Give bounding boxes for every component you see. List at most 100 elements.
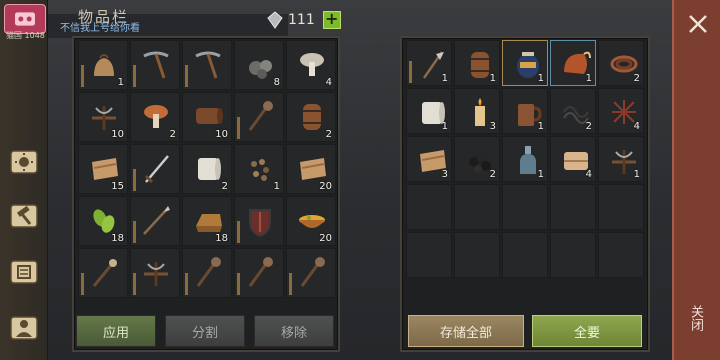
- close-icon[interactable]: [686, 12, 710, 36]
- item-slot[interactable]: [130, 40, 180, 90]
- item-slot[interactable]: 3: [406, 136, 452, 182]
- item-slot[interactable]: 1: [406, 40, 452, 86]
- item-slot[interactable]: [130, 196, 180, 246]
- item-slot[interactable]: 1: [502, 88, 548, 134]
- durability-bar: [237, 273, 240, 295]
- pickaxe-icon: [195, 51, 221, 79]
- avatar-icon: [15, 12, 35, 26]
- item-slot[interactable]: [78, 248, 128, 298]
- empty-slot[interactable]: [406, 184, 452, 230]
- item-quantity: 1: [117, 77, 124, 88]
- empty-slot[interactable]: [598, 232, 644, 278]
- item-slot[interactable]: 1: [598, 136, 644, 182]
- item-slot[interactable]: 4: [550, 136, 596, 182]
- item-slot[interactable]: [182, 248, 232, 298]
- scroll-icon: [10, 260, 38, 284]
- item-quantity: 4: [633, 121, 640, 132]
- item-slot[interactable]: 4: [598, 88, 644, 134]
- item-quantity: 20: [319, 181, 332, 192]
- item-quantity: 2: [221, 181, 228, 192]
- item-quantity: 10: [215, 129, 228, 140]
- recipes-tab[interactable]: [4, 252, 44, 292]
- item-slot[interactable]: 1: [78, 40, 128, 90]
- item-slot[interactable]: 1: [502, 136, 548, 182]
- shield-icon: [249, 209, 271, 238]
- item-slot[interactable]: 18: [78, 196, 128, 246]
- durability-bar: [133, 273, 136, 295]
- item-quantity: 1: [633, 169, 640, 180]
- empty-slot[interactable]: [550, 232, 596, 278]
- durability-bar: [409, 61, 412, 83]
- mace-icon: [196, 257, 221, 287]
- item-slot[interactable]: 10: [182, 92, 232, 142]
- empty-slot[interactable]: [502, 232, 548, 278]
- item-quantity: 15: [111, 181, 124, 192]
- paper-roll-icon: [198, 158, 221, 180]
- item-slot[interactable]: 2: [286, 92, 336, 142]
- durability-bar: [133, 65, 136, 87]
- seeds-icon: [251, 159, 269, 181]
- item-slot[interactable]: [130, 248, 180, 298]
- item-slot[interactable]: 1: [550, 40, 596, 86]
- item-quantity: 1: [441, 73, 448, 84]
- empty-slot[interactable]: [454, 184, 500, 230]
- empty-slot[interactable]: [406, 232, 452, 278]
- ore-icon: [249, 60, 272, 79]
- crafting-tab[interactable]: [4, 142, 44, 182]
- item-quantity: 1: [489, 73, 496, 84]
- item-slot[interactable]: 15: [78, 144, 128, 194]
- item-slot[interactable]: 20: [286, 196, 336, 246]
- item-slot[interactable]: 2: [598, 40, 644, 86]
- item-slot[interactable]: 4: [286, 40, 336, 90]
- item-quantity: 1: [537, 169, 544, 180]
- item-slot[interactable]: 20: [286, 144, 336, 194]
- apply-button[interactable]: 应用: [76, 315, 156, 347]
- item-slot[interactable]: 2: [550, 88, 596, 134]
- item-slot[interactable]: 18: [182, 196, 232, 246]
- item-quantity: 18: [215, 233, 228, 244]
- storage-grid: 1 1 1 1 2 1 3 1 2 4 3 2 1 4 1: [406, 40, 644, 278]
- character-icon: [10, 316, 38, 340]
- item-slot[interactable]: 2: [454, 136, 500, 182]
- item-slot[interactable]: [182, 40, 232, 90]
- gem-icon: [267, 11, 283, 29]
- item-slot[interactable]: [286, 248, 336, 298]
- item-slot[interactable]: 8: [234, 40, 284, 90]
- item-slot[interactable]: 2: [130, 92, 180, 142]
- split-button[interactable]: 分割: [165, 315, 245, 347]
- durability-bar: [185, 273, 188, 295]
- item-slot[interactable]: [130, 144, 180, 194]
- mace-icon: [248, 101, 273, 131]
- player-message: 不信我上号给你看: [60, 23, 140, 34]
- item-slot[interactable]: [234, 92, 284, 142]
- item-slot[interactable]: [234, 196, 284, 246]
- item-slot[interactable]: [234, 248, 284, 298]
- item-slot[interactable]: 10: [78, 92, 128, 142]
- add-currency-button[interactable]: +: [322, 11, 341, 29]
- character-tab[interactable]: [4, 308, 44, 348]
- item-slot[interactable]: 2: [182, 144, 232, 194]
- remove-button[interactable]: 移除: [254, 315, 334, 347]
- sword-icon: [144, 155, 169, 184]
- build-tab[interactable]: [4, 196, 44, 236]
- empty-slot[interactable]: [598, 184, 644, 230]
- mace-icon: [300, 257, 325, 287]
- item-slot[interactable]: 1: [406, 88, 452, 134]
- empty-slot[interactable]: [502, 184, 548, 230]
- item-slot[interactable]: 1: [502, 40, 548, 86]
- item-quantity: 1: [537, 121, 544, 132]
- pickaxe-icon: [143, 51, 169, 79]
- empty-slot[interactable]: [454, 232, 500, 278]
- empty-slot[interactable]: [550, 184, 596, 230]
- close-panel[interactable]: 关闭: [672, 0, 720, 360]
- store-all-button[interactable]: 存储全部: [408, 315, 524, 347]
- left-rail: 猫国 1048: [0, 0, 48, 360]
- durability-bar: [237, 221, 240, 243]
- item-slot[interactable]: 3: [454, 88, 500, 134]
- item-slot[interactable]: 1: [454, 40, 500, 86]
- take-all-button[interactable]: 全要: [532, 315, 642, 347]
- inventory-grid: 1 8 4 10 2 10 2 15 2 1 20 18 18 20: [78, 40, 336, 298]
- item-slot[interactable]: 1: [234, 144, 284, 194]
- item-quantity: 2: [325, 129, 332, 140]
- item-quantity: 2: [633, 73, 640, 84]
